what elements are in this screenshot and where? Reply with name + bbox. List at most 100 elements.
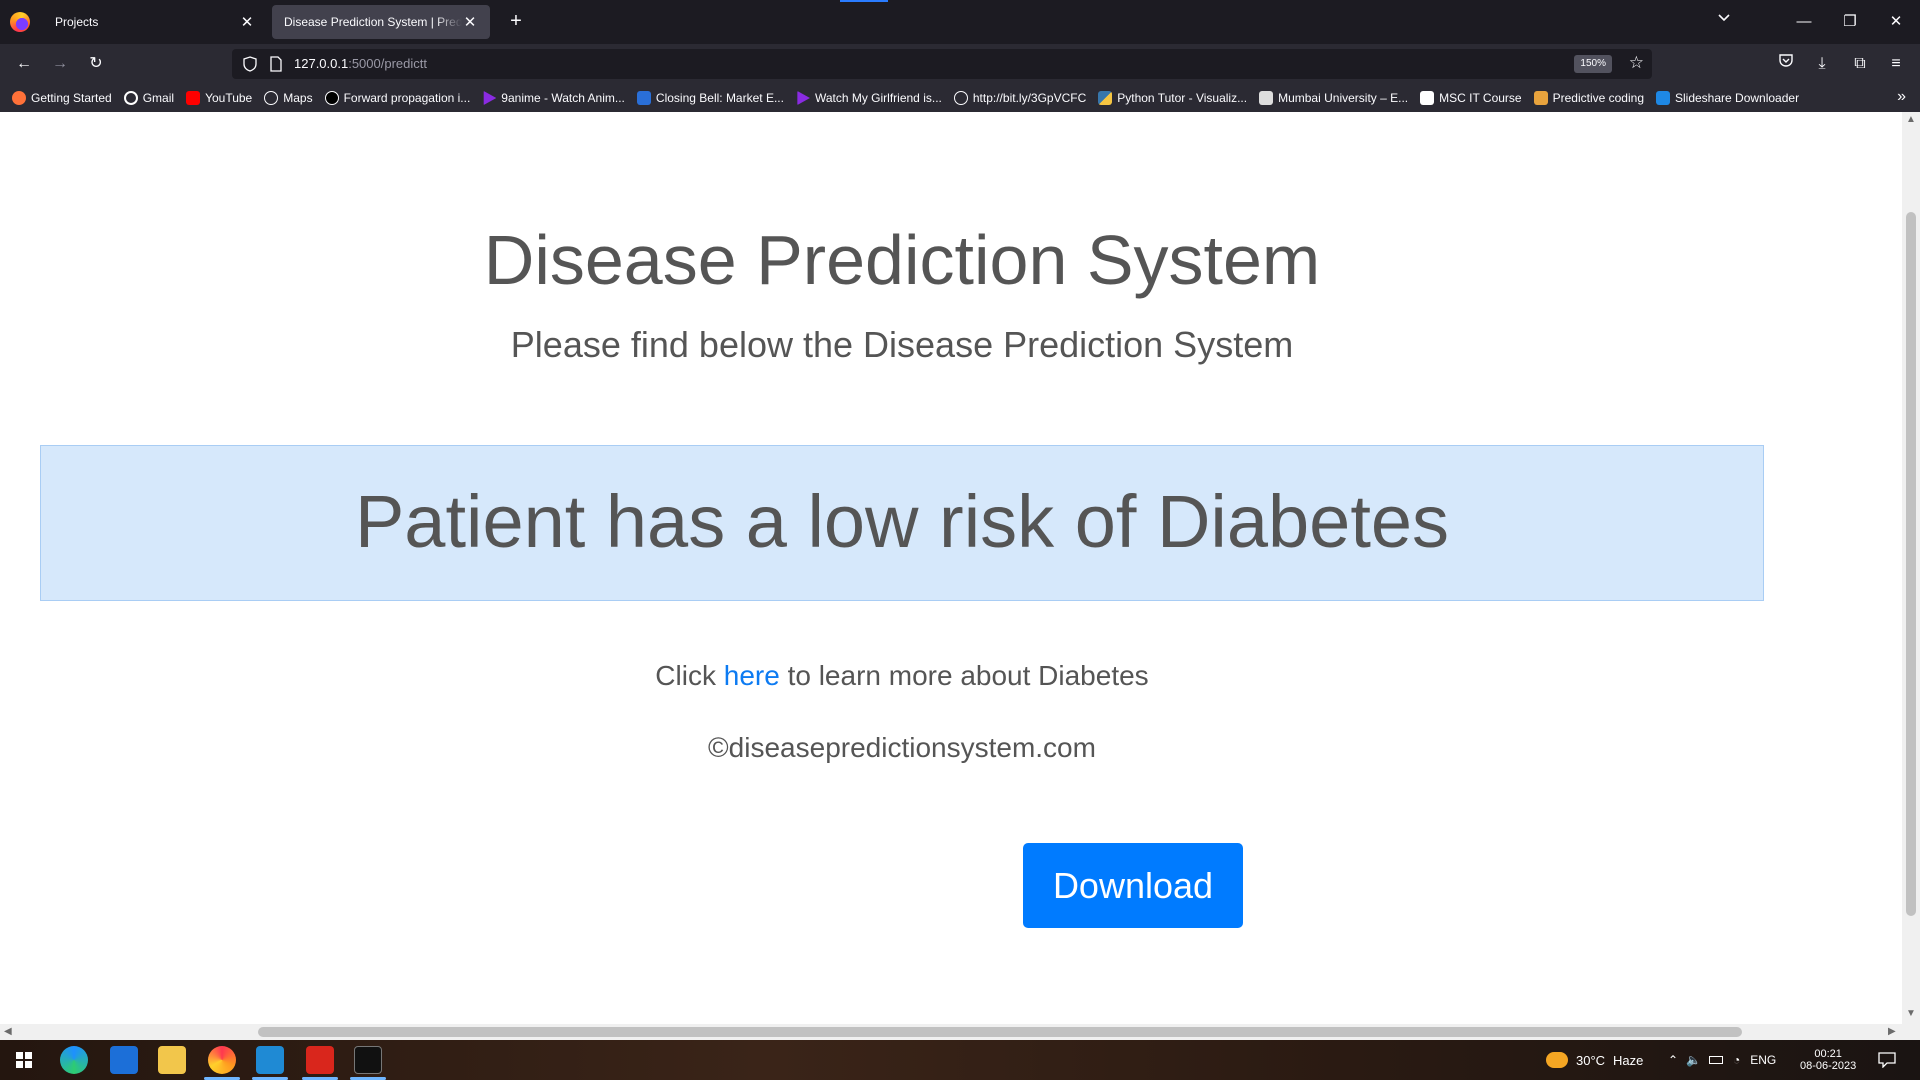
copyright-text: ©diseasepredictionsystem.com <box>708 732 1096 763</box>
system-tray: ⌃ 🔈 ◔ ENG <box>1668 1040 1776 1080</box>
bookmark-getting-started[interactable]: Getting Started <box>12 91 112 105</box>
youtube-icon <box>186 91 201 105</box>
tab-label: Projects <box>55 15 99 29</box>
bookmark-label: Mumbai University – E... <box>1278 91 1409 105</box>
vertical-scroll-thumb[interactable] <box>1906 212 1916 916</box>
forward-arrow-icon[interactable]: → <box>46 50 74 78</box>
bookmark-youtube[interactable]: YouTube <box>186 91 252 105</box>
file-explorer-icon[interactable] <box>158 1046 186 1074</box>
back-arrow-icon[interactable]: ← <box>10 50 38 78</box>
medium-icon <box>324 91 339 105</box>
page-title: Disease Prediction System <box>483 221 1321 299</box>
play-icon <box>483 91 497 105</box>
page-content: Disease Prediction System Please find be… <box>0 112 1902 1024</box>
minimize-button[interactable]: — <box>1782 8 1826 36</box>
reload-icon[interactable]: ↻ <box>82 50 110 78</box>
close-window-button[interactable]: ✕ <box>1874 8 1918 36</box>
globe-icon <box>264 91 279 105</box>
bookmark-mumbai-university[interactable]: Mumbai University – E... <box>1259 91 1408 105</box>
result-alert: Patient has a low risk of Diabetes <box>40 445 1764 601</box>
mail-icon[interactable] <box>110 1046 138 1074</box>
page-subtitle: Please find below the Disease Prediction… <box>510 324 1294 365</box>
clock[interactable]: 00:21 08-06-2023 <box>1800 1040 1856 1080</box>
navigation-toolbar: ← → ↻ 127.0.0.1:5000/predictt 150% ☆ ⤓ ⧉… <box>0 44 1920 84</box>
url-text[interactable]: 127.0.0.1:5000/predictt <box>294 56 427 71</box>
bookmark-label: Maps <box>283 91 313 105</box>
shield-icon[interactable] <box>242 56 258 72</box>
language-indicator[interactable]: ENG <box>1750 1053 1776 1067</box>
prediction-result: Patient has a low risk of Diabetes <box>354 480 1450 563</box>
download-button[interactable]: Download <box>1023 843 1243 928</box>
learn-suffix: to learn more about Diabetes <box>779 660 1149 691</box>
scroll-down-arrow-icon[interactable]: ▼ <box>1906 1008 1916 1019</box>
university-icon <box>1259 91 1274 105</box>
tab-strip: Projects ✕ Disease Prediction System | P… <box>0 0 1920 44</box>
new-tab-button[interactable]: + <box>504 9 528 33</box>
learn-prefix: Click <box>655 660 724 691</box>
bookmark-predictive-coding[interactable]: Predictive coding <box>1533 91 1644 105</box>
bookmark-label: YouTube <box>205 91 253 105</box>
address-bar[interactable]: 127.0.0.1:5000/predictt 150% ☆ <box>232 49 1652 79</box>
wifi-icon[interactable]: ◔ <box>1733 1053 1740 1067</box>
volume-icon[interactable]: 🔈 <box>1686 1053 1701 1067</box>
firefox-icon <box>12 91 26 105</box>
tab-label: Disease Prediction System | Prediction <box>284 15 462 29</box>
show-hidden-icons-chevron-icon[interactable]: ⌃ <box>1668 1053 1678 1067</box>
firefox-taskbar-icon[interactable] <box>208 1046 236 1074</box>
bookmark-label: Closing Bell: Market E... <box>655 91 784 105</box>
bookmark-label: http://bit.ly/3GpVCFC <box>972 91 1087 105</box>
bookmark-label: Gmail <box>142 91 175 105</box>
list-all-tabs-icon[interactable] <box>1712 10 1736 34</box>
bookmark-python-tutor[interactable]: Python Tutor - Visualiz... <box>1098 91 1247 105</box>
close-tab-icon[interactable]: ✕ <box>239 13 255 31</box>
bookmark-closing-bell[interactable]: Closing Bell: Market E... <box>636 91 784 105</box>
more-bookmarks-chevron-icon[interactable]: » <box>1897 88 1906 106</box>
vscode-icon[interactable] <box>256 1046 284 1074</box>
bookmark-star-icon[interactable]: ☆ <box>1629 53 1644 73</box>
scroll-left-arrow-icon[interactable]: ◀ <box>4 1026 12 1037</box>
horizontal-scroll-thumb[interactable] <box>258 1027 1742 1037</box>
clock-date: 08-06-2023 <box>1800 1060 1857 1072</box>
bookmark-bitly[interactable]: http://bit.ly/3GpVCFC <box>953 91 1087 105</box>
bookmark-maps[interactable]: Maps <box>264 91 313 105</box>
terminal-icon[interactable] <box>354 1046 382 1074</box>
weather-haze-icon <box>1546 1052 1568 1068</box>
extensions-icon[interactable]: ⧉ <box>1846 50 1874 78</box>
bookmark-label: MSC IT Course <box>1439 91 1522 105</box>
acrobat-icon[interactable] <box>306 1046 334 1074</box>
bookmark-msc-it-course[interactable]: MSC IT Course <box>1420 91 1522 105</box>
scroll-right-arrow-icon[interactable]: ▶ <box>1888 1026 1896 1037</box>
bookmark-label: Watch My Girlfriend is... <box>814 91 942 105</box>
bookmark-9anime[interactable]: 9anime - Watch Anim... <box>482 91 625 105</box>
bookmark-label: Predictive coding <box>1552 91 1644 105</box>
bookmark-label: Slideshare Downloader <box>1675 91 1800 105</box>
tab-projects[interactable]: Projects ✕ <box>43 5 267 39</box>
bookmark-watch-my-girlfriend[interactable]: Watch My Girlfriend is... <box>796 91 942 105</box>
firefox-logo-icon[interactable] <box>10 12 30 32</box>
vertical-scrollbar[interactable]: ▲ ▼ <box>1902 112 1920 1024</box>
windows-start-icon[interactable] <box>10 1046 38 1074</box>
weather-widget[interactable]: 30°C Haze <box>1546 1040 1643 1080</box>
zoom-level-badge[interactable]: 150% <box>1574 55 1612 73</box>
play-icon <box>797 91 810 105</box>
horizontal-scrollbar[interactable]: ◀ ▶ <box>0 1024 1920 1040</box>
bookmark-gmail[interactable]: Gmail <box>123 91 175 105</box>
clock-time: 00:21 <box>1814 1048 1842 1060</box>
downloads-icon[interactable]: ⤓ <box>1808 50 1836 78</box>
scroll-up-arrow-icon[interactable]: ▲ <box>1906 114 1916 125</box>
bookmark-forward-propagation[interactable]: Forward propagation i... <box>324 91 470 105</box>
restore-button[interactable]: ❐ <box>1828 8 1872 36</box>
it-icon <box>1420 91 1435 105</box>
close-tab-icon[interactable]: ✕ <box>462 13 478 31</box>
pocket-icon[interactable] <box>1772 50 1800 78</box>
bookmark-label: Python Tutor - Visualiz... <box>1117 91 1248 105</box>
learn-more-link[interactable]: here <box>724 660 780 691</box>
edge-icon[interactable] <box>60 1046 88 1074</box>
bookmark-slideshare-downloader[interactable]: Slideshare Downloader <box>1656 91 1799 105</box>
page-icon[interactable] <box>268 56 284 72</box>
notifications-icon[interactable] <box>1878 1040 1896 1080</box>
battery-icon[interactable] <box>1709 1056 1724 1064</box>
menu-icon[interactable]: ≡ <box>1882 50 1910 78</box>
url-host: 127.0.0.1 <box>294 56 349 71</box>
tab-disease-prediction[interactable]: Disease Prediction System | Prediction ✕ <box>272 5 490 39</box>
